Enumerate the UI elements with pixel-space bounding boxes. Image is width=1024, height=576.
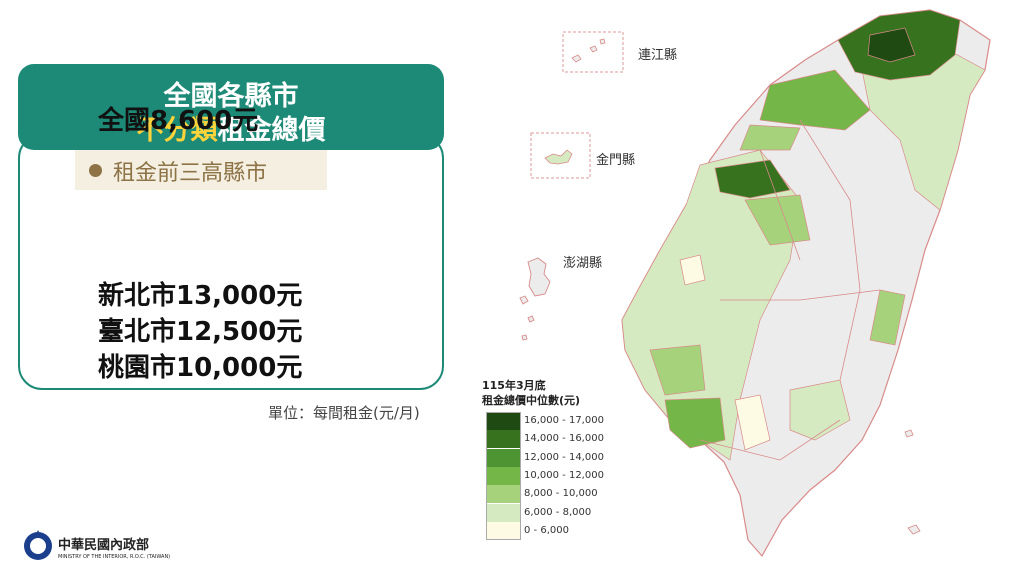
legend-swatch [486,503,520,522]
legend-item: 8,000 - 10,000 [486,485,626,504]
legend-item: 0 - 6,000 [486,521,626,540]
national-rent: 全國8,600元 [98,106,259,136]
unit-note: 單位：每間租金(元/月) [268,404,420,422]
top3-label: 租金前三高縣市 [113,161,268,186]
legend-swatch [486,485,520,504]
top3-banner: 租金前三高縣市 [75,150,327,190]
hsinchu-region [739,124,801,151]
bullet-dot [89,164,102,177]
legend-item: 12,000 - 14,000 [486,448,626,467]
legend-range: 16,000 - 17,000 [524,415,604,426]
label-lienchiang: 連江縣 [638,48,678,63]
ministry-logo: 中華民國內政部 MINISTRY OF THE INTERIOR, R.O.C.… [22,526,172,566]
legend-item: 16,000 - 17,000 [486,412,626,430]
chiayi-region [679,254,706,286]
outlying-islands [904,429,921,535]
label-penghu: 澎湖縣 [563,256,603,271]
legend-range: 12,000 - 14,000 [524,451,604,463]
legend-swatch [486,448,520,467]
legend-item: 14,000 - 16,000 [486,430,626,449]
rank-item-3: 桃園市10,000元 [98,353,303,383]
legend-swatch [486,466,520,485]
legend-swatch [486,521,520,540]
kinmen-shape [544,149,573,165]
legend-range: 14,000 - 16,000 [524,433,604,445]
ministry-emblem-icon [24,530,52,560]
label-kinmen: 金門縣 [596,153,636,168]
legend-item: 6,000 - 8,000 [486,503,626,522]
legend-title-metric: 租金總價中位數(元) [482,394,581,407]
legend-range: 10,000 - 12,000 [524,469,604,481]
lienchiang-shape [571,38,606,63]
legend-range: 0 - 6,000 [524,524,569,536]
ministry-name-en: MINISTRY OF THE INTERIOR, R.O.C. (TAIWAN… [58,554,171,560]
legend-item: 10,000 - 12,000 [486,466,626,485]
kaohsiung-region [664,397,726,449]
legend-range: 8,000 - 10,000 [524,488,598,500]
rank-item-1: 新北市13,000元 [98,281,303,311]
penghu-shape [519,257,551,341]
legend-swatch [486,430,520,449]
legend-range: 6,000 - 8,000 [524,506,592,518]
legend-title-date: 115年3月底 [482,379,546,392]
ministry-name-zh: 中華民國內政部 [58,538,150,553]
rank-item-2: 臺北市12,500元 [98,317,303,347]
legend-swatch [486,412,520,430]
